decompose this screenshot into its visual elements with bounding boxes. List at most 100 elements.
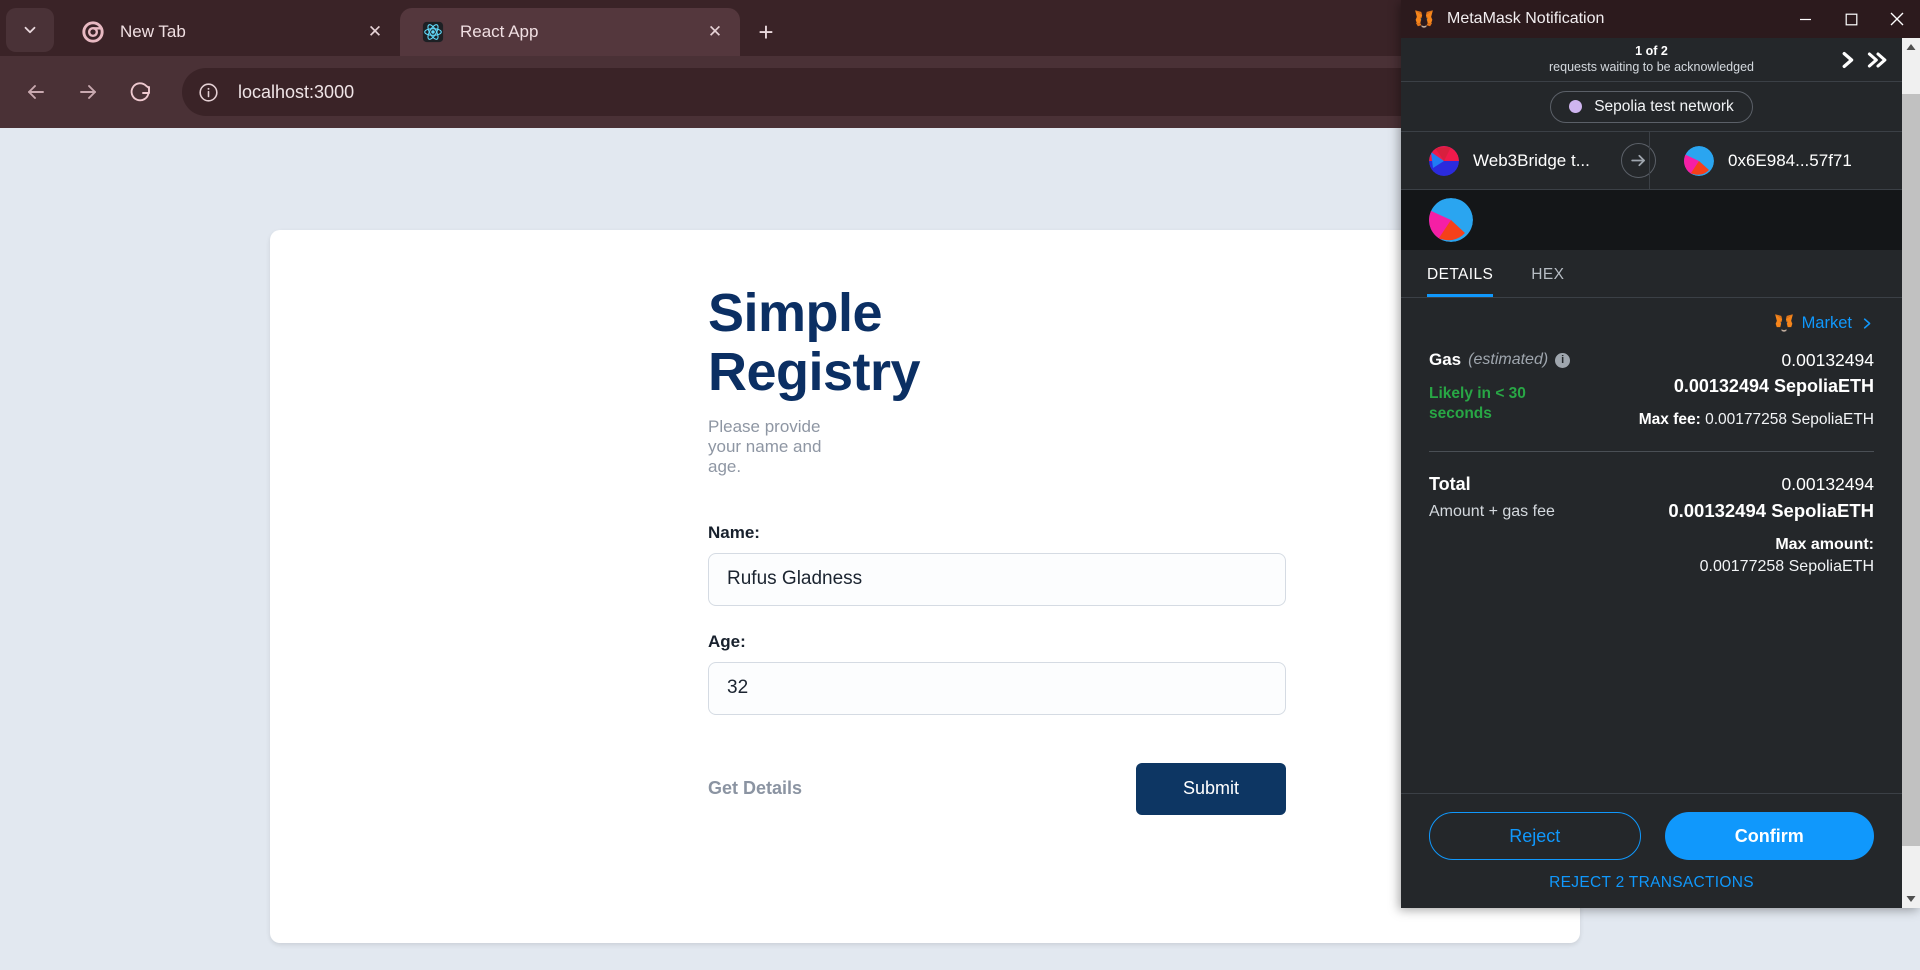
pending-requests-label: requests waiting to be acknowledged <box>1549 59 1754 74</box>
age-field-label: Age: <box>708 631 746 651</box>
new-tab-button[interactable]: + <box>746 12 786 52</box>
total-row-right: 0.00132494 0.00132494 SepoliaETH Max amo… <box>1579 474 1874 576</box>
caret-up-icon <box>1906 44 1916 50</box>
forward-button[interactable] <box>66 70 110 114</box>
caret-down-icon <box>1906 896 1916 902</box>
network-row: Sepolia test network <box>1401 82 1902 132</box>
chevron-right-icon <box>1859 316 1874 331</box>
gas-row-left: Gas (estimated) i Likely in < 30 seconds <box>1429 350 1579 429</box>
pending-requests-text: 1 of 2 requests waiting to be acknowledg… <box>1549 44 1754 75</box>
form-actions: Get Details Submit <box>708 762 1286 815</box>
screen: New Tab ✕ React App ✕ + localhost:3000 S… <box>0 0 1920 970</box>
transfer-arrow-icon <box>1621 143 1656 178</box>
gas-info-icon[interactable]: i <box>1555 352 1571 368</box>
age-input[interactable] <box>708 661 1286 715</box>
transaction-footer: Reject Confirm REJECT 2 TRANSACTIONS <box>1401 793 1902 908</box>
network-selector[interactable]: Sepolia test network <box>1550 90 1753 123</box>
scrollbar-track[interactable] <box>1902 56 1920 890</box>
gas-market-selector[interactable]: Market <box>1429 312 1874 334</box>
tab-hex[interactable]: HEX <box>1531 266 1564 297</box>
transaction-details: Market Gas (estimated) i Likely in < 30 … <box>1401 298 1902 793</box>
scroll-up-button[interactable] <box>1902 38 1920 56</box>
registry-card: Simple Registry Please provide your name… <box>270 230 1580 943</box>
to-account[interactable]: 0x6E984...57f71 <box>1656 145 1902 176</box>
chevron-down-icon <box>24 26 36 34</box>
info-circle-icon <box>198 82 218 102</box>
reject-button[interactable]: Reject <box>1429 812 1641 860</box>
page-subtitle: Please provide your name and age. <box>708 416 822 476</box>
chevron-double-right-icon <box>1867 52 1887 68</box>
tab-details[interactable]: DETAILS <box>1427 266 1494 297</box>
get-details-button[interactable]: Get Details <box>708 778 802 799</box>
total-max-amount-label: Max amount: <box>1775 536 1874 553</box>
window-maximize-button[interactable] <box>1828 0 1874 38</box>
origin-row <box>1401 190 1902 250</box>
chrome-icon <box>82 21 104 43</box>
browser-tab-title: New Tab <box>120 22 186 41</box>
gas-native-amount: 0.00132494 SepoliaETH <box>1673 376 1874 396</box>
reload-button[interactable] <box>118 70 162 114</box>
accounts-divider <box>1649 132 1650 189</box>
gas-speed-estimate: Likely in < 30 seconds <box>1429 385 1526 422</box>
name-input[interactable] <box>708 552 1286 606</box>
arrow-left-icon <box>28 85 44 99</box>
to-account-address: 0x6E984...57f71 <box>1728 150 1852 170</box>
metamask-fox-icon <box>1773 312 1795 334</box>
gas-max-fee: Max fee: 0.00177258 SepoliaETH <box>1579 411 1874 429</box>
metamask-body: 1 of 2 requests waiting to be acknowledg… <box>1401 38 1920 908</box>
tab-close-button[interactable]: ✕ <box>362 19 388 45</box>
reload-icon <box>130 82 150 102</box>
origin-identicon <box>1429 198 1473 242</box>
total-sublabel: Amount + gas fee <box>1429 503 1555 520</box>
window-close-button[interactable] <box>1874 0 1920 38</box>
window-minimize-button[interactable] <box>1782 0 1828 38</box>
network-name: Sepolia test network <box>1594 97 1734 115</box>
close-icon <box>1890 12 1904 26</box>
from-account-identicon <box>1429 145 1459 176</box>
react-icon <box>422 21 444 43</box>
metamask-window-title: MetaMask Notification <box>1447 10 1605 27</box>
pending-requests-nav <box>1836 38 1890 82</box>
from-account-name: Web3Bridge t... <box>1473 150 1590 170</box>
last-request-button[interactable] <box>1866 49 1890 71</box>
next-request-button[interactable] <box>1836 49 1858 71</box>
details-divider <box>1429 451 1874 452</box>
submit-button[interactable]: Submit <box>1136 762 1286 815</box>
tab-search-dropdown-button[interactable] <box>6 8 54 52</box>
tab-close-button[interactable]: ✕ <box>702 19 728 45</box>
scrollbar-thumb[interactable] <box>1902 94 1920 846</box>
reject-all-transactions-link[interactable]: REJECT 2 TRANSACTIONS <box>1429 874 1874 892</box>
transaction-tabs: DETAILS HEX <box>1401 250 1902 298</box>
metamask-notification-window: MetaMask Notification 1 of 2 requests wa… <box>1401 0 1920 908</box>
metamask-scrollbar[interactable] <box>1902 38 1920 908</box>
maximize-icon <box>1845 13 1857 25</box>
chevron-right-icon <box>1842 51 1854 69</box>
address-bar-url: localhost:3000 <box>238 81 355 102</box>
browser-tab-react-app[interactable]: React App ✕ <box>400 8 740 56</box>
gas-row: Gas (estimated) i Likely in < 30 seconds… <box>1429 350 1874 429</box>
site-info-icon[interactable] <box>192 76 224 108</box>
gas-max-fee-value: 0.00177258 SepoliaETH <box>1705 411 1874 428</box>
scroll-down-button[interactable] <box>1902 890 1920 908</box>
footer-buttons: Reject Confirm <box>1429 812 1874 860</box>
to-account-identicon <box>1684 145 1714 176</box>
gas-fiat-amount: 0.00132494 <box>1781 350 1874 370</box>
metamask-fox-icon <box>1413 8 1435 30</box>
from-account[interactable]: Web3Bridge t... <box>1401 145 1621 176</box>
gas-estimated-text: (estimated) <box>1468 351 1549 368</box>
total-max-amount-value: 0.00177258 SepoliaETH <box>1699 558 1874 575</box>
accounts-row: Web3Bridge t... 0x6E984...57f71 <box>1401 132 1902 190</box>
page-title: Simple Registry <box>708 283 921 403</box>
total-row: Total Amount + gas fee 0.00132494 0.0013… <box>1429 474 1874 576</box>
pending-requests-bar: 1 of 2 requests waiting to be acknowledg… <box>1401 38 1902 82</box>
gas-max-fee-label: Max fee: <box>1638 411 1701 428</box>
registry-form: Simple Registry Please provide your name… <box>270 230 1286 815</box>
browser-tab-new-tab[interactable]: New Tab ✕ <box>60 8 400 56</box>
network-status-dot <box>1569 100 1583 113</box>
confirm-button[interactable]: Confirm <box>1664 812 1874 860</box>
total-label: Total <box>1429 474 1471 494</box>
total-native-amount: 0.00132494 SepoliaETH <box>1668 500 1874 521</box>
back-button[interactable] <box>14 70 58 114</box>
arrow-right-icon <box>80 85 96 99</box>
pending-requests-count: 1 of 2 <box>1635 43 1668 58</box>
